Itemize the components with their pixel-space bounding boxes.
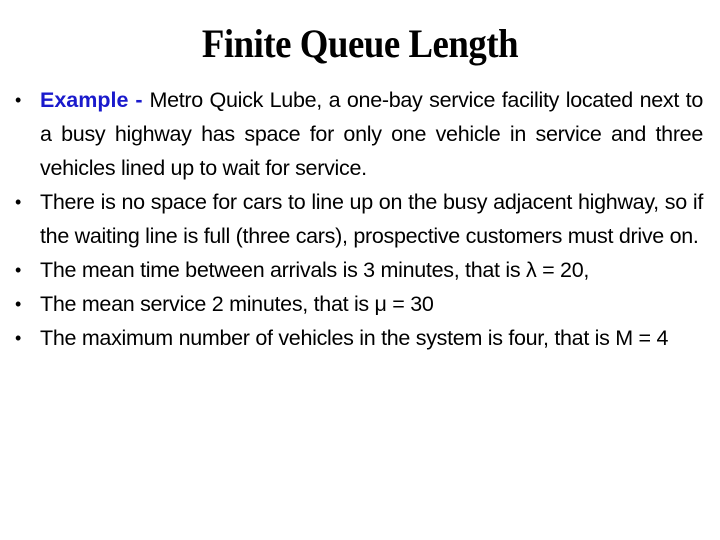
- bullet-icon: •: [15, 90, 22, 110]
- bullet-text: The maximum number of vehicles in the sy…: [40, 326, 669, 350]
- bullet-item-no-space: • There is no space for cars to line up …: [15, 185, 703, 253]
- bullet-item-service-rate: • The mean service 2 minutes, that is μ …: [15, 287, 703, 321]
- bullet-icon: •: [15, 192, 22, 212]
- bullet-text: There is no space for cars to line up on…: [40, 190, 703, 248]
- bullet-text: The mean service 2 minutes, that is μ = …: [40, 292, 434, 316]
- bullet-icon: •: [15, 328, 22, 348]
- bullet-list: • Example - Metro Quick Lube, a one-bay …: [15, 83, 703, 355]
- example-label: Example -: [40, 88, 150, 112]
- slide-title: Finite Queue Length: [201, 21, 519, 66]
- bullet-text: The mean time between arrivals is 3 minu…: [40, 258, 590, 282]
- bullet-item-example: • Example - Metro Quick Lube, a one-bay …: [15, 83, 703, 185]
- bullet-icon: •: [15, 260, 22, 280]
- bullet-icon: •: [15, 294, 22, 314]
- bullet-item-arrival-rate: • The mean time between arrivals is 3 mi…: [15, 253, 703, 287]
- bullet-item-max-vehicles: • The maximum number of vehicles in the …: [15, 321, 703, 355]
